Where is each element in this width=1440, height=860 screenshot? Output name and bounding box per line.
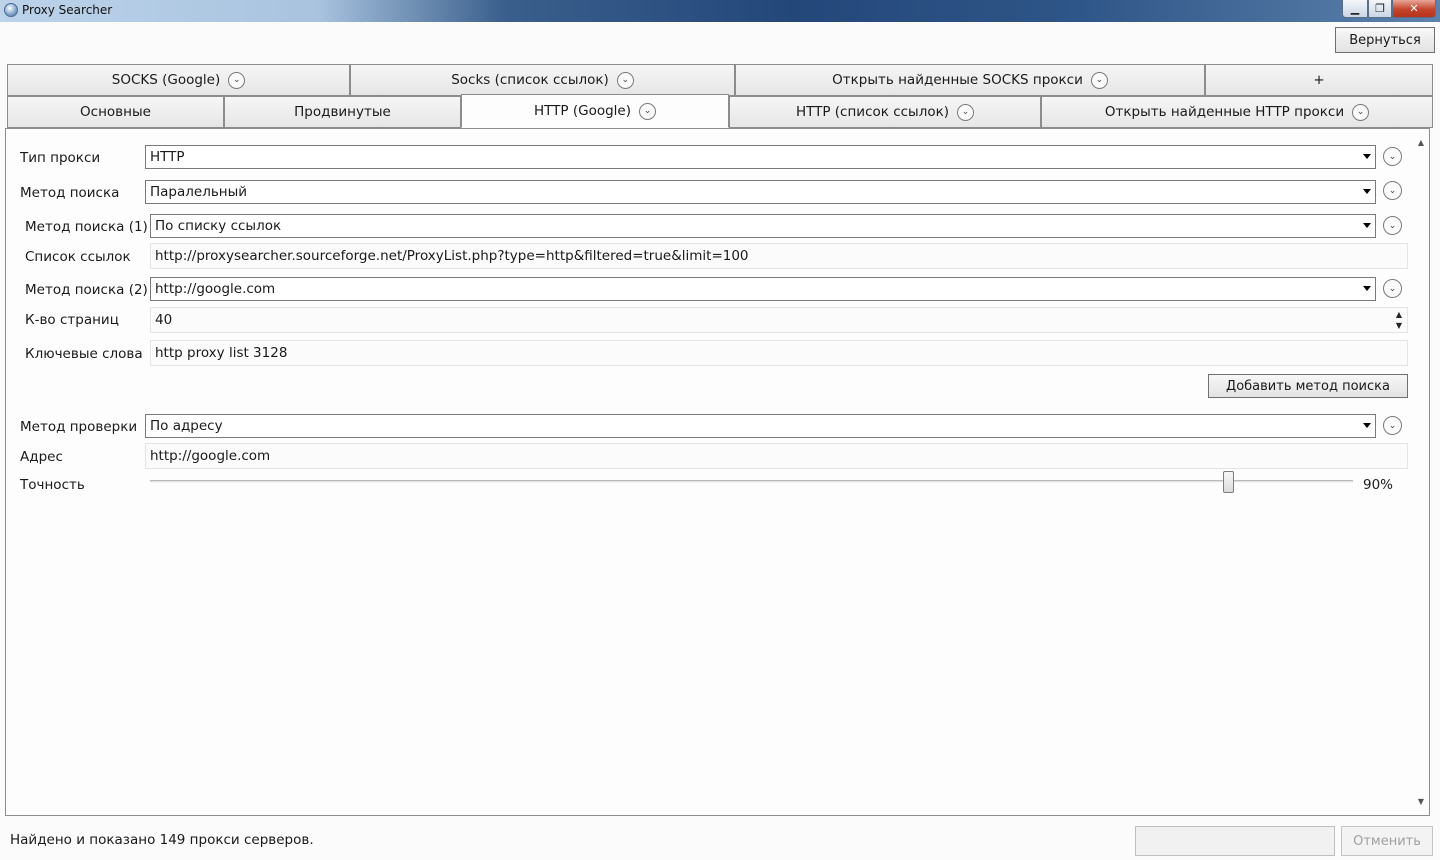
tab-add[interactable]: + <box>1205 64 1433 96</box>
tab-label: Основные <box>80 104 151 120</box>
tab-label: SOCKS (Google) <box>111 72 221 88</box>
chevron-down-icon[interactable]: ⌄ <box>616 71 634 89</box>
maximize-button[interactable]: ❐ <box>1368 0 1392 18</box>
proxy-type-value: HTTP <box>150 149 185 165</box>
check-method-select[interactable]: По адресу <box>145 414 1376 438</box>
tab-label: Открыть найденные SOCKS прокси <box>832 72 1083 88</box>
tab-label: Открыть найденные HTTP прокси <box>1104 104 1345 120</box>
window-title: Proxy Searcher <box>22 3 113 17</box>
chevron-down-icon[interactable]: ⌄ <box>228 71 246 89</box>
proxy-type-label: Тип прокси <box>20 150 101 166</box>
minimize-button[interactable]: ▁ <box>1342 0 1368 18</box>
pages-count-label: К-во страниц <box>25 312 119 328</box>
dropdown-arrow-icon <box>1363 223 1371 228</box>
address-label: Адрес <box>20 449 63 465</box>
tab-label: HTTP (список ссылок) <box>795 104 950 120</box>
scroll-down-arrow[interactable]: ▼ <box>1418 797 1424 806</box>
search-method-1-value: По списку ссылок <box>155 218 282 234</box>
tab-advanced[interactable]: Продвинутые <box>224 96 461 128</box>
tab-label: HTTP (Google) <box>534 103 631 119</box>
scroll-up-arrow[interactable]: ▲ <box>1418 138 1424 147</box>
chevron-down-icon[interactable]: ⌄ <box>957 103 975 121</box>
pages-count-value: 40 <box>155 312 173 328</box>
chevron-down-icon[interactable]: ⌄ <box>638 102 656 120</box>
link-list-input[interactable]: http://proxysearcher.sourceforge.net/Pro… <box>150 243 1408 269</box>
chevron-down-icon[interactable]: ⌄ <box>1090 71 1108 89</box>
back-button[interactable]: Вернуться <box>1335 27 1435 53</box>
tab-socks-google[interactable]: SOCKS (Google) ⌄ <box>7 64 350 96</box>
chevron-down-icon[interactable]: ⌄ <box>1383 279 1402 298</box>
close-button[interactable]: ✕ <box>1392 0 1436 18</box>
search-method-2-value: http://google.com <box>155 281 276 297</box>
address-input[interactable]: http://google.com <box>145 443 1408 469</box>
check-method-label: Метод проверки <box>20 419 138 435</box>
accuracy-slider[interactable] <box>150 471 1353 493</box>
chevron-down-icon[interactable]: ⌄ <box>1383 216 1402 235</box>
tab-label: + <box>1313 72 1325 88</box>
accuracy-label: Точность <box>20 477 85 493</box>
search-method-2-select[interactable]: http://google.com <box>150 277 1376 301</box>
tab-http-link-list[interactable]: HTTP (список ссылок) ⌄ <box>729 96 1041 128</box>
keywords-label: Ключевые слова <box>25 346 143 362</box>
spin-down-icon[interactable]: ▼ <box>1396 320 1402 331</box>
search-method-1-label: Метод поиска (1) <box>25 219 148 235</box>
keywords-input[interactable]: http proxy list 3128 <box>150 340 1408 366</box>
dropdown-arrow-icon <box>1363 423 1371 428</box>
link-list-label: Список ссылок <box>25 249 131 265</box>
window-controls: ▁ ❐ ✕ <box>1342 0 1436 18</box>
accuracy-value: 90% <box>1363 477 1394 493</box>
search-method-1-select[interactable]: По списку ссылок <box>150 214 1376 238</box>
cancel-button[interactable]: Отменить <box>1341 826 1433 856</box>
dropdown-arrow-icon <box>1363 189 1371 194</box>
spin-buttons[interactable]: ▲ ▼ <box>1396 309 1402 331</box>
add-search-method-button[interactable]: Добавить метод поиска <box>1208 374 1408 398</box>
tab-open-found-http[interactable]: Открыть найденные HTTP прокси ⌄ <box>1041 96 1433 128</box>
tab-http-google[interactable]: HTTP (Google) ⌄ <box>461 94 729 128</box>
proxy-type-select[interactable]: HTTP <box>145 145 1376 169</box>
title-bar: Proxy Searcher ▁ ❐ ✕ <box>0 0 1440 22</box>
progress-bar <box>1135 826 1335 856</box>
dropdown-arrow-icon <box>1363 286 1371 291</box>
spin-up-icon[interactable]: ▲ <box>1396 309 1402 320</box>
status-text: Найдено и показано 149 прокси серверов. <box>10 832 314 848</box>
tab-socks-link-list[interactable]: Socks (список ссылок) ⌄ <box>350 64 735 96</box>
chevron-down-icon[interactable]: ⌄ <box>1383 416 1402 435</box>
tab-open-found-socks[interactable]: Открыть найденные SOCKS прокси ⌄ <box>735 64 1205 96</box>
tab-label: Socks (список ссылок) <box>451 72 609 88</box>
chevron-down-icon[interactable]: ⌄ <box>1352 103 1370 121</box>
tab-general[interactable]: Основные <box>7 96 224 128</box>
search-method-2-label: Метод поиска (2) <box>25 282 148 298</box>
chevron-down-icon[interactable]: ⌄ <box>1383 147 1402 166</box>
app-icon <box>4 3 18 17</box>
pages-count-stepper[interactable]: 40 ▲ ▼ <box>150 307 1408 333</box>
search-method-value: Паралельный <box>150 184 248 200</box>
check-method-value: По адресу <box>150 418 223 434</box>
tab-label: Продвинутые <box>294 104 391 120</box>
slider-thumb[interactable] <box>1223 471 1234 493</box>
dropdown-arrow-icon <box>1363 154 1371 159</box>
chevron-down-icon[interactable]: ⌄ <box>1383 181 1402 200</box>
search-method-label: Метод поиска <box>20 185 120 201</box>
search-method-select[interactable]: Паралельный <box>145 180 1376 204</box>
